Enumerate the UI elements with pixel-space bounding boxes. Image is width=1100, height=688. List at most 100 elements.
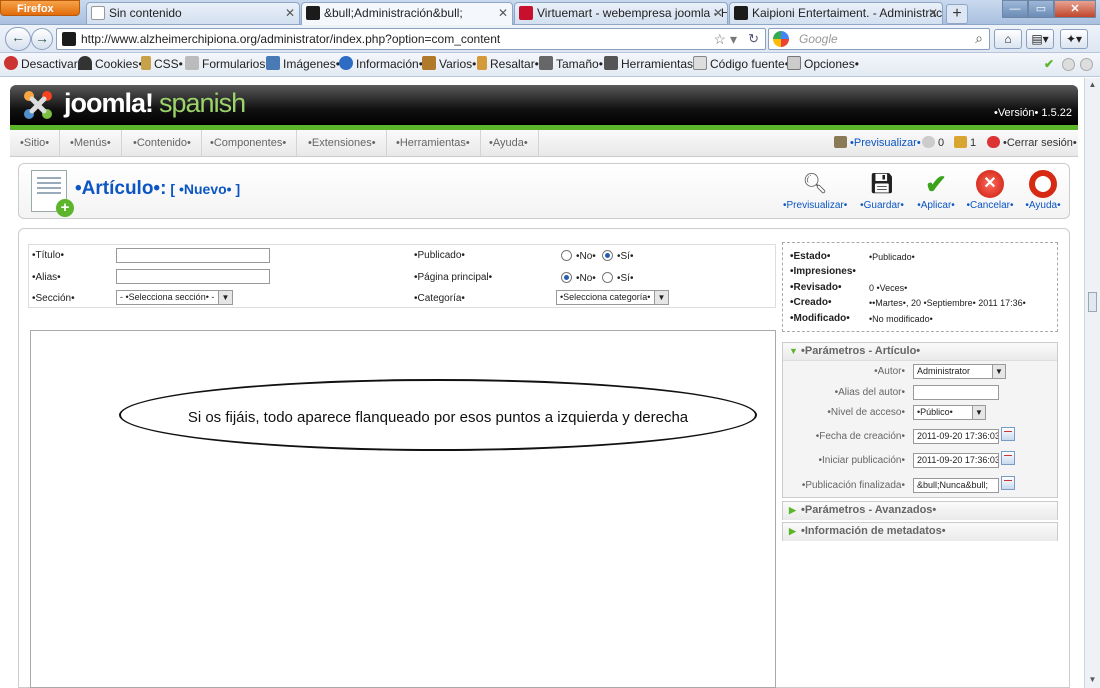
devbar-disable[interactable]: Desactivar•	[4, 53, 82, 76]
publish-down-input[interactable]: &bull;Nunca&bull;	[913, 478, 999, 493]
bookmark-star-icon[interactable]: ☆ ▾	[714, 29, 737, 49]
category-label: •Categoría•	[414, 293, 465, 304]
calendar-icon[interactable]	[1001, 451, 1015, 465]
firefox-menu-button[interactable]: Firefox	[0, 0, 80, 16]
frontpage-label: •Página principal•	[414, 272, 493, 283]
devbar-images[interactable]: Imágenes•	[266, 53, 340, 76]
tab-virtuemart[interactable]: Virtuemart - webempresa joomla - H... ✕	[514, 2, 728, 24]
menu-menus[interactable]: •Menús•	[60, 130, 122, 156]
metadata-header[interactable]: ▶ •Información de metadatos•	[783, 523, 1057, 541]
published-yes-radio[interactable]	[602, 250, 613, 261]
scroll-up-icon[interactable]: ▲	[1087, 80, 1098, 91]
article-parameters-header[interactable]: ▼ •Parámetros - Artículo•	[783, 343, 1057, 361]
maximize-icon[interactable]: ▭	[1028, 0, 1054, 18]
bookmarks-menu-icon[interactable]: ▤▾	[1026, 29, 1054, 49]
home-icon[interactable]: ⌂	[994, 29, 1022, 49]
calendar-icon[interactable]	[1001, 427, 1015, 441]
preview-site-link[interactable]: •Previsualizar•	[834, 130, 921, 156]
tab-administracion[interactable]: &bull;Administración&bull; ✕	[301, 2, 513, 25]
calendar-icon[interactable]	[1001, 476, 1015, 490]
back-arrow-icon[interactable]: ←	[5, 27, 31, 51]
published-yes-label: •Sí•	[617, 251, 634, 262]
frontpage-no-radio[interactable]	[561, 272, 572, 283]
search-input[interactable]: Google ⌕	[768, 28, 990, 50]
minimize-icon[interactable]: —	[1002, 0, 1028, 18]
forward-arrow-icon[interactable]: →	[31, 28, 53, 50]
devbar-information[interactable]: Información•	[339, 53, 423, 76]
devbar-misc[interactable]: Varios•	[422, 53, 476, 76]
search-placeholder: Google	[799, 32, 838, 46]
devbar-forms[interactable]: Formularios•	[185, 53, 270, 76]
new-tab-button[interactable]: +	[946, 4, 968, 24]
joomla-logo-text: joomla! spanish	[64, 88, 246, 118]
browser-nav-bar: ← → http://www.alzheimerchipiona.org/adm…	[0, 25, 1100, 53]
lifebuoy-icon	[1029, 170, 1057, 198]
reload-icon[interactable]: ↻	[748, 29, 759, 49]
close-tab-icon[interactable]: ✕	[928, 3, 938, 23]
page-scrollbar[interactable]: ▲ ▼	[1084, 78, 1100, 688]
browser-tab-bar: Firefox Sin contenido ✕ &bull;Administra…	[0, 0, 1100, 25]
advanced-parameters-header[interactable]: ▶ •Parámetros - Avanzados•	[783, 502, 1057, 520]
preview-button[interactable]: 🔍︎ •Previsualizar•	[783, 170, 847, 211]
alias-input[interactable]	[116, 269, 270, 284]
devbar-css[interactable]: CSS•	[141, 53, 183, 76]
revised-label: •Revisado•	[790, 282, 842, 293]
close-tab-icon[interactable]: ✕	[498, 3, 508, 23]
devbar-cookies[interactable]: Cookies•	[78, 53, 143, 76]
author-alias-input[interactable]	[913, 385, 999, 400]
category-select[interactable]: •Selecciona categoría• ▼	[556, 290, 669, 305]
annotation-text: Si os fijáis, todo aparece flanqueado po…	[187, 409, 689, 426]
status-circle-icon[interactable]	[1062, 58, 1075, 71]
search-icon[interactable]: ⌕	[975, 28, 983, 48]
resize-icon	[539, 56, 553, 70]
window-close-icon[interactable]: ✕	[1054, 0, 1096, 18]
online-users-count[interactable]: 1	[954, 130, 976, 156]
author-select[interactable]: Administrator ▼	[913, 364, 1006, 379]
frontpage-yes-radio[interactable]	[602, 272, 613, 283]
tab-kaipioni[interactable]: Kaipioni Entertaiment. - Administraci...…	[729, 2, 943, 24]
validation-check-icon[interactable]: ✔	[1044, 53, 1054, 76]
devbar-tools[interactable]: Herramientas•	[604, 53, 697, 76]
messages-count[interactable]: 0	[922, 130, 944, 156]
devbar-outline[interactable]: Resaltar•	[477, 53, 539, 76]
logout-link[interactable]: •Cerrar sesión•	[987, 130, 1077, 156]
menu-componentes[interactable]: •Componentes•	[200, 130, 298, 156]
devbar-resize[interactable]: Tamaño•	[539, 53, 603, 76]
address-bar[interactable]: http://www.alzheimerchipiona.org/adminis…	[56, 28, 766, 50]
menu-sitio[interactable]: •Sitio•	[10, 130, 61, 156]
advanced-parameters-panel[interactable]: ▶ •Parámetros - Avanzados•	[782, 501, 1058, 520]
section-select[interactable]: - •Selecciona sección• - ▼	[116, 290, 233, 305]
close-tab-icon[interactable]: ✕	[285, 3, 295, 23]
webempresa-favicon-icon	[519, 6, 533, 20]
article-toolbar: + •Artículo•:[ •Nuevo• ] 🔍︎ •Previsualiz…	[18, 163, 1070, 219]
scroll-down-icon[interactable]: ▼	[1087, 675, 1098, 686]
published-no-radio[interactable]	[561, 250, 572, 261]
created-label: •Creado•	[790, 297, 832, 308]
section-label: •Sección•	[32, 293, 75, 304]
floppy-disk-icon: 💾︎	[869, 173, 895, 195]
page-title: •Artículo•:[ •Nuevo• ]	[75, 178, 241, 199]
scrollbar-thumb[interactable]	[1088, 292, 1097, 312]
help-button[interactable]: •Ayuda•	[1011, 170, 1075, 211]
addon-icon[interactable]: ✦▾	[1060, 29, 1088, 49]
devbar-view-source[interactable]: Código fuente•	[693, 53, 789, 76]
tab-label: Kaipioni Entertaiment. - Administraci...	[752, 6, 943, 20]
publish-up-input[interactable]: 2011-09-20 17:36:03	[913, 453, 999, 468]
menu-ayuda[interactable]: •Ayuda•	[479, 130, 539, 156]
menu-extensiones[interactable]: •Extensiones•	[298, 130, 387, 156]
title-input[interactable]	[116, 248, 270, 263]
page-subtitle: [ •Nuevo• ]	[170, 181, 241, 197]
menu-contenido[interactable]: •Contenido•	[123, 130, 202, 156]
access-level-select[interactable]: •Público• ▼	[913, 405, 986, 420]
forms-icon	[185, 56, 199, 70]
metadata-panel[interactable]: ▶ •Información de metadatos•	[782, 522, 1058, 541]
devbar-options[interactable]: Opciones•	[787, 53, 859, 76]
admin-menu-bar: •Sitio• •Menús• •Contenido• •Componentes…	[10, 130, 1078, 157]
chevron-down-icon: ▼	[972, 406, 985, 419]
google-icon	[773, 31, 789, 47]
close-tab-icon[interactable]: ✕	[713, 3, 723, 23]
status-circle-icon[interactable]	[1080, 58, 1093, 71]
tab-sin-contenido[interactable]: Sin contenido ✕	[86, 2, 300, 24]
created-date-input[interactable]: 2011-09-20 17:36:03	[913, 429, 999, 444]
menu-herramientas[interactable]: •Herramientas•	[386, 130, 481, 156]
